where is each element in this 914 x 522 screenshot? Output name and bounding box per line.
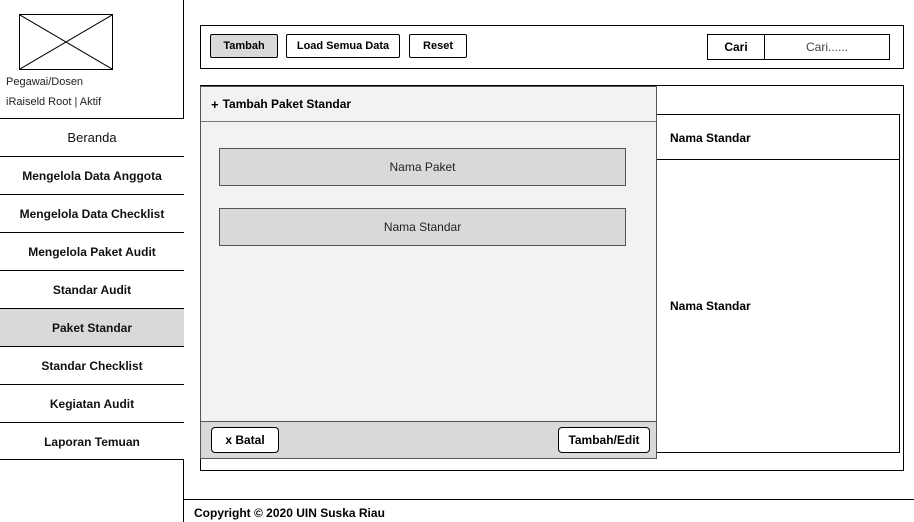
standard-name-field[interactable]: Nama Standar [219, 208, 626, 246]
sidebar-item-mengelola-data-anggota[interactable]: Mengelola Data Anggota [0, 156, 184, 194]
table-header-divider [656, 159, 900, 160]
add-button[interactable]: Tambah [210, 34, 278, 58]
package-name-field[interactable]: Nama Paket [219, 148, 626, 186]
load-all-data-button[interactable]: Load Semua Data [286, 34, 400, 58]
sidebar-item-mengelola-data-checklist[interactable]: Mengelola Data Checklist [0, 194, 184, 232]
sidebar-item-standar-checklist[interactable]: Standar Checklist [0, 346, 184, 384]
sidebar-item-kegiatan-audit[interactable]: Kegiatan Audit [0, 384, 184, 422]
sidebar-divider [0, 459, 184, 460]
table-header: Nama Standar [670, 131, 751, 145]
footer-divider [184, 499, 914, 500]
cancel-button[interactable]: x Batal [211, 427, 279, 453]
form-panel-header: + Tambah Paket Standar [200, 86, 657, 122]
reset-button[interactable]: Reset [409, 34, 467, 58]
standards-table [656, 114, 900, 453]
form-panel [200, 86, 657, 459]
sidebar-item-paket-standar[interactable]: Paket Standar [0, 308, 184, 346]
logo-placeholder-icon [19, 14, 113, 70]
form-title: Tambah Paket Standar [222, 97, 352, 111]
search-label[interactable]: Cari [707, 34, 765, 60]
plus-icon: + [211, 96, 219, 112]
table-row[interactable]: Nama Standar [670, 299, 751, 313]
sidebar-item-laporan-temuan[interactable]: Laporan Temuan [0, 422, 184, 460]
copyright-text: Copyright © 2020 UIN Suska Riau [194, 506, 385, 520]
user-role: Pegawai/Dosen [6, 76, 84, 88]
user-status: iRaiseld Root | Aktif [6, 96, 102, 108]
search-input[interactable] [764, 34, 890, 60]
submit-button[interactable]: Tambah/Edit [558, 427, 650, 453]
sidebar-item-mengelola-paket-audit[interactable]: Mengelola Paket Audit [0, 232, 184, 270]
sidebar-item-beranda[interactable]: Beranda [0, 118, 184, 156]
sidebar-item-standar-audit[interactable]: Standar Audit [0, 270, 184, 308]
